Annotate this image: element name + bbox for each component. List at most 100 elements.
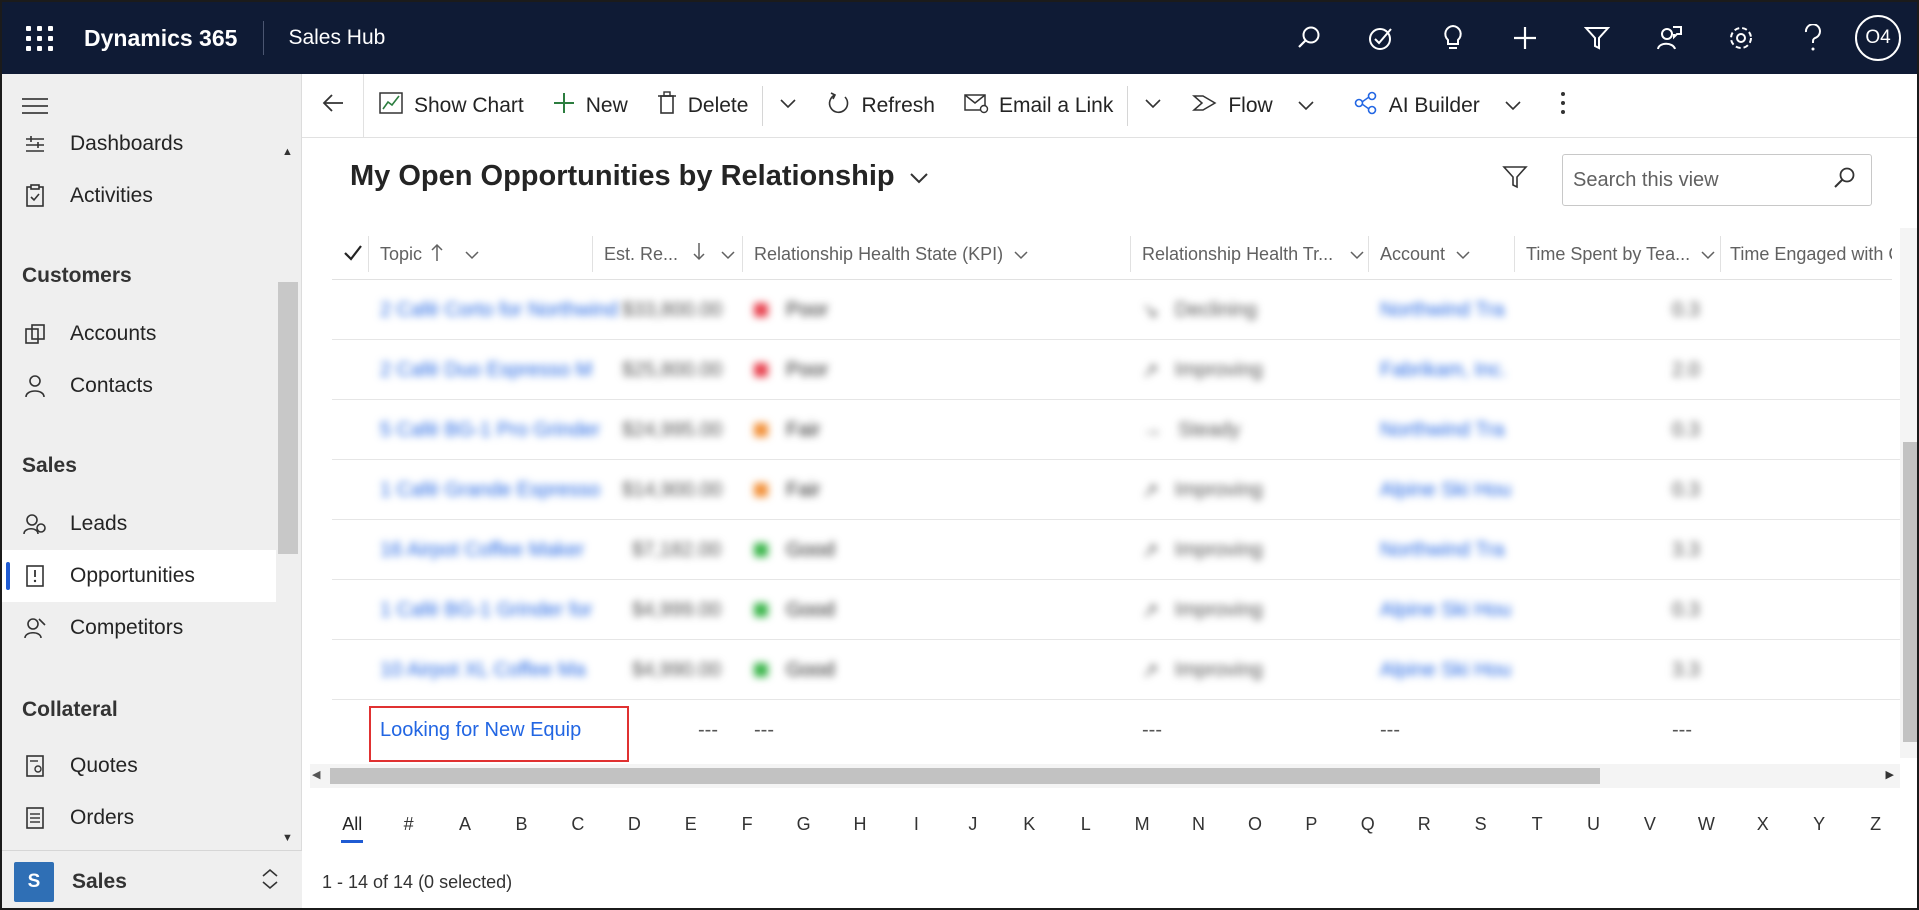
view-filter-button[interactable] — [1502, 164, 1528, 195]
horizontal-scrollbar[interactable]: ◀ ▶ — [310, 764, 1900, 788]
alphabet-filter-letter[interactable]: O — [1227, 814, 1283, 835]
help-icon[interactable] — [1777, 2, 1849, 74]
alphabet-filter-all[interactable]: All — [324, 814, 380, 843]
alphabet-filter-letter[interactable]: J — [945, 814, 1001, 835]
email-link-dropdown[interactable] — [1128, 74, 1178, 138]
alphabet-filter-letter[interactable]: C — [550, 814, 606, 835]
topic-cell[interactable]: 5 Café BG-1 Pro Grinder — [380, 400, 600, 460]
alphabet-filter-letter[interactable]: Z — [1847, 814, 1903, 835]
topic-cell[interactable]: 2 Café Corto for Northwind — [380, 280, 618, 340]
sidebar-item-opportunities[interactable]: Opportunities — [2, 550, 276, 602]
scroll-left-icon[interactable]: ◀ — [312, 768, 320, 781]
refresh-button[interactable]: Refresh — [813, 74, 949, 138]
account-cell[interactable]: Alpine Ski Hou — [1380, 640, 1511, 700]
select-all-checkbox[interactable] — [342, 242, 364, 269]
alphabet-filter-letter[interactable]: R — [1396, 814, 1452, 835]
alphabet-filter-letter[interactable]: Q — [1340, 814, 1396, 835]
alphabet-filter-letter[interactable]: K — [1001, 814, 1057, 835]
topic-cell[interactable]: 10 Airpot XL Coffee Ma — [380, 640, 586, 700]
column-header-relationship-health-state[interactable]: Relationship Health State (KPI) — [754, 228, 1134, 280]
sidebar-scroll-down-icon[interactable]: ▼ — [282, 832, 293, 844]
area-switcher[interactable]: S Sales — [2, 850, 302, 908]
view-selector[interactable]: My Open Opportunities by Relationship — [350, 160, 929, 193]
more-commands-button[interactable] — [1546, 74, 1590, 138]
delete-button[interactable]: Delete — [642, 74, 763, 138]
account-cell[interactable]: Northwind Tra — [1380, 400, 1505, 460]
lightbulb-icon[interactable] — [1417, 2, 1489, 74]
sidebar-scrollbar[interactable] — [278, 282, 298, 554]
topic-cell[interactable]: 1 Café Grande Espresso — [380, 460, 600, 520]
gear-icon[interactable] — [1705, 2, 1777, 74]
sidebar-item-orders[interactable]: Orders — [2, 792, 276, 844]
account-cell[interactable]: Fabrikam, Inc. — [1380, 340, 1507, 400]
ai-builder-button[interactable]: AI Builder — [1339, 74, 1546, 138]
sidebar-item-quotes[interactable]: Quotes — [2, 740, 276, 792]
sidebar-item-contacts[interactable]: Contacts — [2, 360, 276, 412]
column-header-time-engaged[interactable]: Time Engaged with C — [1730, 228, 1892, 280]
alphabet-filter-letter[interactable]: E — [663, 814, 719, 835]
alphabet-filter-letter[interactable]: A — [437, 814, 493, 835]
scroll-right-icon[interactable]: ▶ — [1886, 768, 1894, 781]
table-row[interactable]: 2 Café Duo Espresso M $25,800.00 Poor ↗ I… — [332, 340, 1902, 400]
column-header-topic[interactable]: Topic — [380, 228, 550, 280]
more-actions-dropdown[interactable] — [763, 74, 813, 138]
alphabet-filter-letter[interactable]: H — [832, 814, 888, 835]
account-cell[interactable]: Northwind Tra — [1380, 280, 1505, 340]
vertical-scrollbar[interactable] — [1900, 228, 1917, 758]
alphabet-filter-letter[interactable]: P — [1283, 814, 1339, 835]
alphabet-filter-letter[interactable]: X — [1735, 814, 1791, 835]
hamburger-menu-icon[interactable] — [22, 98, 48, 119]
sidebar-item-activities[interactable]: Activities — [2, 170, 276, 222]
assistant-icon[interactable] — [1633, 2, 1705, 74]
hub-name[interactable]: Sales Hub — [288, 26, 385, 50]
user-avatar[interactable]: O4 — [1855, 15, 1901, 61]
sidebar-scroll-up-icon[interactable]: ▲ — [282, 146, 293, 158]
search-icon[interactable] — [1273, 2, 1345, 74]
search-icon[interactable] — [1833, 166, 1857, 195]
column-header-est-revenue[interactable]: Est. Re... — [604, 228, 739, 280]
account-cell[interactable]: Northwind Tra — [1380, 520, 1505, 580]
alphabet-filter-letter[interactable]: Y — [1791, 814, 1847, 835]
table-row[interactable]: 2 Café Corto for Northwind $33,800.00 Po… — [332, 280, 1902, 340]
flow-button[interactable]: Flow — [1178, 74, 1338, 138]
alphabet-filter-letter[interactable]: L — [1057, 814, 1113, 835]
new-button[interactable]: New — [538, 74, 642, 138]
alphabet-filter-letter[interactable]: I — [888, 814, 944, 835]
alphabet-filter-letter[interactable]: F — [719, 814, 775, 835]
horizontal-scrollbar-thumb[interactable] — [330, 768, 1600, 784]
account-cell[interactable]: Alpine Ski Hou — [1380, 580, 1511, 640]
sidebar-item-leads[interactable]: Leads — [2, 498, 276, 550]
table-row[interactable]: 16 Airpot Coffee Maker $7,182.00 Good ↗ I… — [332, 520, 1902, 580]
alphabet-filter-letter[interactable]: B — [493, 814, 549, 835]
show-chart-button[interactable]: Show Chart — [364, 74, 538, 138]
table-row[interactable]: 1 Café BG-1 Grinder for $4,999.00 Good ↗… — [332, 580, 1902, 640]
vertical-scrollbar-thumb[interactable] — [1903, 442, 1917, 742]
alphabet-filter-letter[interactable]: S — [1452, 814, 1508, 835]
search-input[interactable] — [1573, 168, 1813, 192]
filter-icon[interactable] — [1561, 2, 1633, 74]
alphabet-filter-letter[interactable]: M — [1114, 814, 1170, 835]
topic-cell[interactable]: 2 Café Duo Espresso M — [380, 340, 592, 400]
alphabet-filter-letter[interactable]: V — [1622, 814, 1678, 835]
column-header-relationship-health-trend[interactable]: Relationship Health Tr... — [1142, 228, 1372, 280]
topic-cell[interactable]: 16 Airpot Coffee Maker — [380, 520, 584, 580]
sidebar-item-accounts[interactable]: Accounts — [2, 308, 276, 360]
alphabet-filter-letter[interactable]: G — [775, 814, 831, 835]
app-name[interactable]: Dynamics 365 — [84, 25, 237, 52]
alphabet-filter-letter[interactable]: U — [1565, 814, 1621, 835]
table-row[interactable]: 1 Café Grande Espresso $14,900.00 Fair ↗… — [332, 460, 1902, 520]
column-header-time-spent[interactable]: Time Spent by Tea... — [1526, 228, 1726, 280]
back-button[interactable] — [302, 73, 364, 138]
plus-icon[interactable] — [1489, 2, 1561, 74]
email-link-button[interactable]: Email a Link — [949, 74, 1127, 138]
topic-cell[interactable]: 1 Café BG-1 Grinder for — [380, 580, 592, 640]
alphabet-filter-letter[interactable]: D — [606, 814, 662, 835]
task-icon[interactable] — [1345, 2, 1417, 74]
table-row[interactable]: 5 Café BG-1 Pro Grinder $24,995.00 Fair … — [332, 400, 1902, 460]
alphabet-filter-letter[interactable]: N — [1170, 814, 1226, 835]
table-row[interactable]: 10 Airpot XL Coffee Ma $4,990.00 Good ↗ I… — [332, 640, 1902, 700]
alphabet-filter-letter[interactable]: T — [1509, 814, 1565, 835]
alphabet-filter-letter[interactable]: W — [1678, 814, 1734, 835]
account-cell[interactable]: Alpine Ski Hou — [1380, 460, 1511, 520]
sidebar-item-dashboards[interactable]: Dashboards — [2, 118, 276, 170]
